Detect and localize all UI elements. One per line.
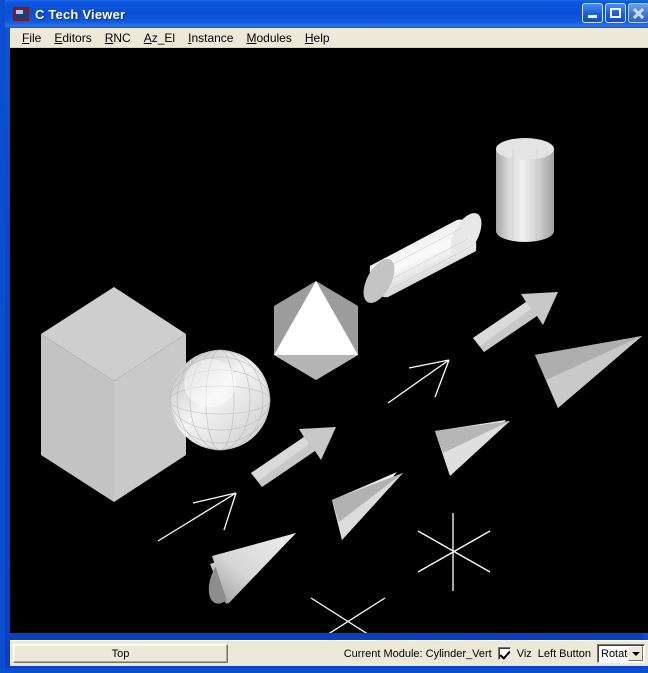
object-cylinder-vertical [496, 138, 554, 242]
viz-label: Viz [516, 647, 532, 660]
chevron-down-icon[interactable] [628, 646, 643, 661]
object-sphere [169, 349, 271, 451]
window-title: C Tech Viewer [35, 6, 126, 22]
maximize-button[interactable] [605, 3, 626, 23]
close-button[interactable] [628, 3, 648, 23]
current-module-label: Current Module: Cylinder_Vert [343, 647, 492, 660]
viz-checkbox[interactable] [497, 647, 511, 660]
menu-item-editors[interactable]: Editors [48, 30, 98, 46]
window-controls [582, 3, 648, 23]
minimize-icon [588, 15, 597, 18]
menu-item-instance[interactable]: Instance [182, 30, 240, 46]
left-button-label: Left Button [537, 647, 591, 660]
menu-item-file[interactable]: File [16, 30, 48, 46]
maximize-icon [610, 8, 621, 18]
menu-item-rnc[interactable]: RNC [99, 30, 138, 46]
status-bar-right: Current Module: Cylinder_Vert Viz Left B… [344, 643, 645, 664]
application-window: C Tech Viewer File Editors RNC Az_El Ins… [0, 0, 648, 673]
menu-bar: File Editors RNC Az_El Instance Modules … [10, 28, 648, 48]
title-bar[interactable]: C Tech Viewer [5, 0, 648, 28]
render-viewport[interactable] [10, 48, 648, 633]
menu-item-help[interactable]: Help [299, 30, 337, 46]
minimize-button[interactable] [582, 3, 603, 23]
app-icon [13, 7, 29, 21]
menu-item-modules[interactable]: Modules [240, 30, 298, 46]
top-view-button[interactable]: Top [13, 644, 228, 663]
status-bar: Top Current Module: Cylinder_Vert Viz Le… [10, 640, 648, 666]
mouse-mode-dropdown[interactable]: Rotate [597, 644, 645, 663]
menu-item-azel[interactable]: Az_El [138, 30, 182, 46]
